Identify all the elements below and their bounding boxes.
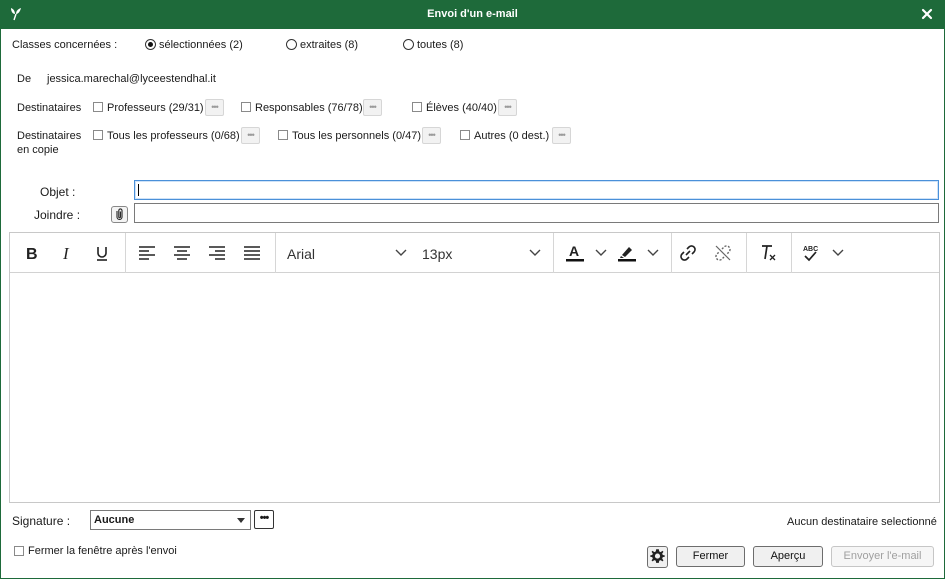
toolbar-separator: [275, 233, 276, 273]
settings-button[interactable]: [647, 546, 668, 568]
radio-all-classes[interactable]: [403, 39, 414, 50]
subject-input[interactable]: [134, 180, 939, 200]
signature-select[interactable]: Aucune: [90, 510, 251, 530]
checkbox-guardians[interactable]: [241, 102, 251, 112]
paperclip-icon[interactable]: [111, 206, 128, 223]
signature-value: Aucune: [94, 514, 135, 526]
radio-extracted-classes[interactable]: [286, 39, 297, 50]
subject-label: Objet :: [40, 185, 76, 199]
chevron-down-icon[interactable]: [395, 247, 407, 257]
checkbox-students-label[interactable]: Élèves (40/40): [426, 102, 497, 114]
highlight-color-icon[interactable]: [616, 242, 638, 264]
bold-icon[interactable]: B: [21, 242, 43, 264]
checkbox-close-after-send-label[interactable]: Fermer la fenêtre après l'envoi: [28, 545, 177, 557]
link-icon[interactable]: [677, 242, 699, 264]
svg-text:A: A: [569, 243, 579, 259]
signature-more-button[interactable]: •••: [254, 510, 274, 529]
chevron-down-icon[interactable]: [647, 247, 659, 257]
email-dialog: Envoi d'un e-mail Classes concernées : s…: [0, 0, 945, 579]
toolbar-separator: [746, 233, 747, 273]
others-more-button[interactable]: •••: [552, 127, 571, 144]
toolbar-separator: [791, 233, 792, 273]
attachment-field[interactable]: [134, 203, 939, 223]
checkbox-students[interactable]: [412, 102, 422, 112]
teachers-more-button[interactable]: •••: [205, 99, 224, 116]
clear-format-icon[interactable]: [757, 242, 779, 264]
chevron-down-icon[interactable]: [832, 247, 844, 257]
align-center-icon[interactable]: [171, 242, 193, 264]
font-size-select[interactable]: 13px: [422, 246, 452, 262]
spellcheck-icon[interactable]: ABC: [800, 242, 822, 264]
title-bar: Envoi d'un e-mail: [1, 1, 944, 29]
align-left-icon[interactable]: [136, 242, 158, 264]
svg-text:I: I: [62, 245, 70, 261]
gear-icon: [650, 549, 665, 563]
checkbox-others-label[interactable]: Autres (0 dest.): [474, 130, 549, 142]
radio-all-classes-label[interactable]: toutes (8): [417, 39, 463, 51]
toolbar-separator: [671, 233, 672, 273]
checkbox-close-after-send[interactable]: [14, 546, 24, 556]
svg-text:B: B: [26, 246, 38, 261]
cc-label-line2: en copie: [17, 144, 59, 156]
text-caret: [138, 184, 139, 196]
rich-text-editor: B I Arial 13px A ABC: [9, 232, 940, 503]
classes-label: Classes concernées :: [12, 39, 118, 51]
all-teachers-more-button[interactable]: •••: [241, 127, 260, 144]
editor-toolbar: B I Arial 13px A ABC: [10, 233, 939, 273]
unlink-icon[interactable]: [712, 242, 734, 264]
align-right-icon[interactable]: [206, 242, 228, 264]
cc-label-line1: Destinataires: [17, 130, 82, 142]
checkbox-guardians-label[interactable]: Responsables (76/78): [255, 102, 363, 114]
from-label: De: [17, 73, 32, 85]
dialog-title: Envoi d'un e-mail: [427, 8, 518, 20]
text-color-icon[interactable]: A: [564, 242, 586, 264]
close-button[interactable]: Fermer: [676, 546, 745, 567]
font-family-select[interactable]: Arial: [287, 246, 315, 262]
underline-icon[interactable]: [91, 242, 113, 264]
close-icon[interactable]: [918, 5, 936, 23]
radio-selected-classes[interactable]: [145, 39, 156, 50]
signature-label: Signature :: [12, 514, 71, 528]
guardians-more-button[interactable]: •••: [363, 99, 382, 116]
checkbox-all-teachers-label[interactable]: Tous les professeurs (0/68): [107, 130, 240, 142]
toolbar-separator: [125, 233, 126, 273]
radio-extracted-classes-label[interactable]: extraites (8): [300, 39, 358, 51]
checkbox-all-teachers[interactable]: [93, 130, 103, 140]
radio-selected-classes-label[interactable]: sélectionnées (2): [159, 39, 243, 51]
chevron-down-icon[interactable]: [529, 247, 541, 257]
preview-button[interactable]: Aperçu: [753, 546, 823, 567]
all-staff-more-button[interactable]: •••: [422, 127, 441, 144]
checkbox-others[interactable]: [460, 130, 470, 140]
italic-icon[interactable]: I: [56, 242, 78, 264]
checkbox-all-staff[interactable]: [278, 130, 288, 140]
align-justify-icon[interactable]: [241, 242, 263, 264]
checkbox-teachers[interactable]: [93, 102, 103, 112]
chevron-down-icon[interactable]: [595, 247, 607, 257]
checkbox-all-staff-label[interactable]: Tous les personnels (0/47): [292, 130, 421, 142]
from-address: jessica.marechal@lyceestendhal.it: [47, 73, 216, 85]
dropdown-arrow-icon: [237, 518, 245, 523]
recipients-label: Destinataires: [17, 102, 82, 114]
attach-label: Joindre :: [34, 208, 81, 222]
students-more-button[interactable]: •••: [498, 99, 517, 116]
checkbox-teachers-label[interactable]: Professeurs (29/31): [107, 102, 204, 114]
status-text: Aucun destinataire selectionné: [787, 516, 937, 528]
send-email-button[interactable]: Envoyer l'e-mail: [831, 546, 934, 567]
toolbar-separator: [553, 233, 554, 273]
